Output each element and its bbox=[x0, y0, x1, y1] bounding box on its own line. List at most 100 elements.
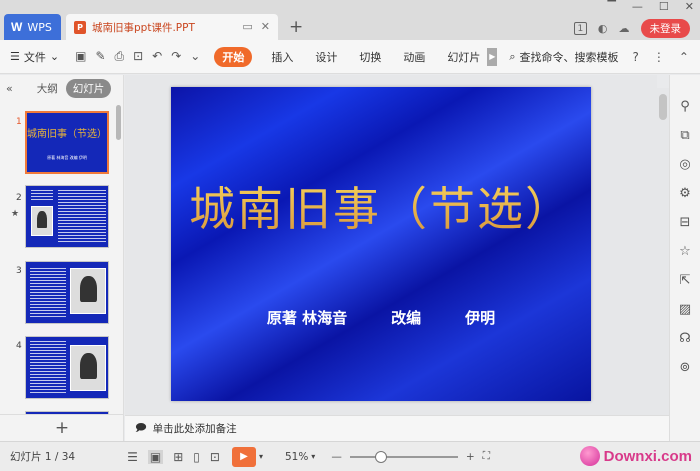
ribbon-toolbar: ☰ 文件 ⌄ ▣ ✎ ⎙ ⊡ ↶ ↷ ⌄ 开始 插入 设计 切换 动画 幻灯片 … bbox=[0, 40, 700, 74]
redo-icon[interactable]: ↷ bbox=[171, 49, 181, 64]
new-slide-icon[interactable]: ⧉ bbox=[680, 128, 689, 143]
login-button[interactable]: 未登录 bbox=[640, 19, 690, 38]
minimize-icon[interactable]: — bbox=[632, 0, 643, 13]
thumbnail-text-block bbox=[58, 190, 106, 244]
thumbnail-number: 4 bbox=[16, 341, 22, 351]
file-menu[interactable]: ☰ 文件 ⌄ bbox=[10, 49, 59, 65]
add-tab-icon[interactable]: + bbox=[289, 17, 303, 37]
thumbnail-text-block bbox=[31, 190, 53, 202]
zoom-slider-knob[interactable] bbox=[375, 450, 388, 463]
tab-animation[interactable]: 动画 bbox=[392, 49, 436, 65]
panel-scrollbar[interactable] bbox=[116, 105, 121, 140]
slide-canvas: 城南旧事（节选） 原著 林海音 改编 伊明 bbox=[125, 75, 657, 415]
undo-icon[interactable]: ↶ bbox=[152, 49, 162, 64]
zoom-dropdown-icon[interactable]: ▾ bbox=[311, 452, 315, 461]
window-close-icon[interactable]: ✕ bbox=[685, 0, 694, 13]
wps-home-tab[interactable]: W WPS bbox=[4, 14, 61, 40]
thumbnail-photo bbox=[70, 345, 106, 391]
notes-icon: 🗩 bbox=[135, 421, 147, 434]
thumbnail-number: 2 bbox=[16, 193, 22, 203]
zoom-level[interactable]: 51% bbox=[285, 451, 308, 463]
tab-count-badge[interactable]: 1 bbox=[573, 22, 587, 35]
favorite-icon[interactable]: ☆ bbox=[679, 244, 691, 259]
fit-window-icon[interactable]: ⛶ bbox=[483, 450, 490, 463]
thumbnail-number: 1 bbox=[16, 117, 22, 127]
feedback-icon[interactable]: ☊ bbox=[679, 331, 691, 346]
tab-design[interactable]: 设计 bbox=[304, 49, 348, 65]
tab-transition[interactable]: 切换 bbox=[348, 49, 392, 65]
skin-icon[interactable]: ◐ bbox=[598, 22, 608, 35]
wps-logo-icon: W bbox=[11, 20, 23, 34]
chevron-down-icon: ⌄ bbox=[49, 50, 60, 63]
desktop-icon[interactable]: ▭ bbox=[242, 20, 252, 33]
more-options-icon[interactable]: ⋮ bbox=[653, 50, 665, 64]
search-icon: ⌕ bbox=[509, 49, 516, 63]
pin-icon[interactable]: ⚲ bbox=[680, 99, 690, 114]
byline-adapter: 伊明 bbox=[465, 309, 496, 327]
slide-thumbnail-4[interactable] bbox=[25, 336, 109, 399]
zoom-in-icon[interactable]: + bbox=[466, 451, 475, 463]
wps-home-tab-label: WPS bbox=[27, 20, 52, 34]
customize-icon[interactable]: ⌄ bbox=[190, 49, 200, 64]
collapse-ribbon-icon[interactable]: ⌃ bbox=[679, 50, 689, 64]
help-icon[interactable]: ? bbox=[633, 50, 639, 64]
tab-start[interactable]: 开始 bbox=[214, 46, 253, 67]
notes-bar[interactable]: 🗩 单击此处添加备注 bbox=[125, 415, 669, 441]
notes-placeholder: 单击此处添加备注 bbox=[152, 423, 237, 435]
canvas-scroll-thumb[interactable] bbox=[659, 94, 667, 120]
reading-view-icon[interactable]: ▯ bbox=[193, 450, 200, 464]
maximize-icon[interactable]: ☐ bbox=[659, 0, 669, 13]
star-icon: ★ bbox=[11, 209, 20, 219]
cloud-icon[interactable]: ☁ bbox=[619, 22, 630, 35]
current-slide[interactable]: 城南旧事（节选） 原著 林海音 改编 伊明 bbox=[171, 87, 591, 401]
help-circle-icon[interactable]: ⊚ bbox=[680, 360, 691, 375]
picture-icon[interactable]: ▨ bbox=[679, 302, 691, 317]
command-search[interactable]: ⌕ 查找命令、搜索模板 bbox=[509, 49, 618, 65]
slide-thumbnail-3[interactable] bbox=[25, 261, 109, 324]
thumbnail-number: 3 bbox=[16, 266, 22, 276]
close-tab-icon[interactable]: ✕ bbox=[261, 20, 270, 33]
shape-icon[interactable]: ◎ bbox=[679, 157, 690, 172]
watermark-ball-icon bbox=[579, 446, 600, 466]
tab-slideshow[interactable]: 幻灯片 bbox=[436, 49, 491, 65]
thumbnail-photo bbox=[70, 268, 106, 314]
format-painter-icon[interactable]: ✎ bbox=[95, 49, 105, 64]
thumbnail-photo bbox=[31, 206, 53, 236]
zoom-out-icon[interactable]: — bbox=[331, 451, 342, 463]
add-slide-button[interactable]: + bbox=[0, 414, 124, 441]
file-menu-label: 文件 bbox=[23, 50, 46, 64]
slide-thumbnail-1[interactable]: 城南旧事（节选） 原著 林海音 改编 伊明 bbox=[25, 111, 109, 174]
slide-byline[interactable]: 原著 林海音 改编 伊明 bbox=[171, 307, 591, 328]
watermark-logo: Downxi.com bbox=[579, 446, 692, 466]
tab-insert[interactable]: 插入 bbox=[260, 49, 304, 65]
notes-toggle-icon[interactable]: ☰ bbox=[127, 450, 138, 464]
document-tab-title: 城南旧事ppt课件.PPT bbox=[92, 21, 195, 34]
save-icon[interactable]: ▣ bbox=[75, 49, 86, 64]
collapse-panel-icon[interactable]: « bbox=[6, 82, 13, 95]
window-menu-icon[interactable]: ▔ bbox=[607, 0, 615, 13]
thumbnail-byline: 原著 林海音 改编 伊明 bbox=[47, 155, 87, 160]
print-icon[interactable]: ⎙ bbox=[115, 49, 125, 64]
command-search-label: 查找命令、搜索模板 bbox=[519, 50, 619, 64]
ribbon-more-icon[interactable]: ▶ bbox=[487, 47, 498, 66]
tab-outline[interactable]: 大纲 bbox=[37, 81, 58, 96]
slide-title[interactable]: 城南旧事（节选） bbox=[171, 173, 591, 239]
play-slideshow-button[interactable]: ▶ bbox=[231, 446, 256, 467]
presenter-view-icon[interactable]: ⊡ bbox=[210, 450, 220, 464]
zoom-slider[interactable] bbox=[349, 450, 458, 463]
sorter-view-icon[interactable]: ⊞ bbox=[173, 450, 183, 464]
normal-view-icon[interactable]: ▣ bbox=[147, 449, 164, 464]
print-preview-icon[interactable]: ⊡ bbox=[133, 49, 143, 64]
share-icon[interactable]: ⇱ bbox=[680, 273, 691, 288]
tab-slides[interactable]: 幻灯片 bbox=[65, 78, 112, 98]
canvas-scrollbar[interactable] bbox=[657, 88, 669, 415]
slide-thumbnail-2[interactable] bbox=[25, 185, 109, 248]
backup-icon[interactable]: ⊟ bbox=[680, 215, 691, 230]
thumbnail-text-block bbox=[30, 341, 66, 395]
document-tab[interactable]: P 城南旧事ppt课件.PPT ▭ ✕ bbox=[66, 14, 278, 40]
play-options-icon[interactable]: ▾ bbox=[259, 452, 263, 461]
properties-icon[interactable]: ⚙ bbox=[679, 186, 691, 201]
status-bar: 幻灯片 1 / 34 ☰ ▣ ⊞ ▯ ⊡ ▶ ▾ 51% ▾ — + ⛶ Dow… bbox=[0, 441, 700, 471]
slide-counter: 幻灯片 1 / 34 bbox=[10, 451, 76, 463]
title-bar: W WPS P 城南旧事ppt课件.PPT ▭ ✕ + ▔ — ☐ ✕ 1 ◐ … bbox=[0, 0, 700, 40]
